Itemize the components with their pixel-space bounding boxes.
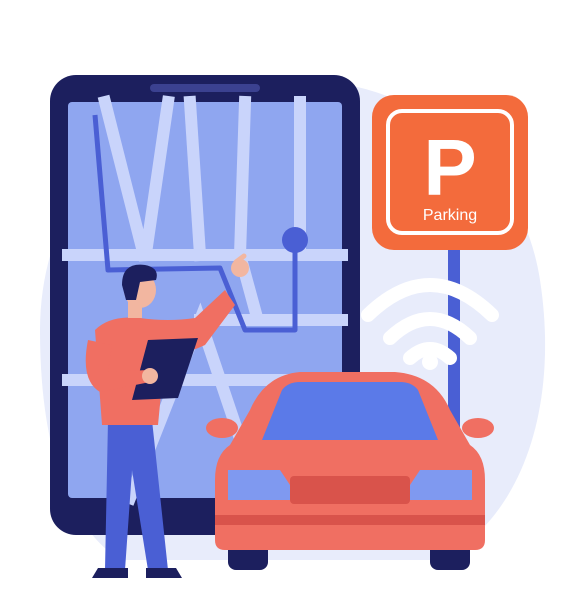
parking-illustration: P Parking [40, 75, 546, 578]
sign-letter: P [423, 123, 476, 212]
location-pin [282, 227, 308, 253]
right-mirror [462, 418, 494, 438]
sign-label: Parking [423, 207, 477, 224]
car-windshield [262, 382, 438, 440]
grille [290, 476, 410, 504]
left-mirror [206, 418, 238, 438]
